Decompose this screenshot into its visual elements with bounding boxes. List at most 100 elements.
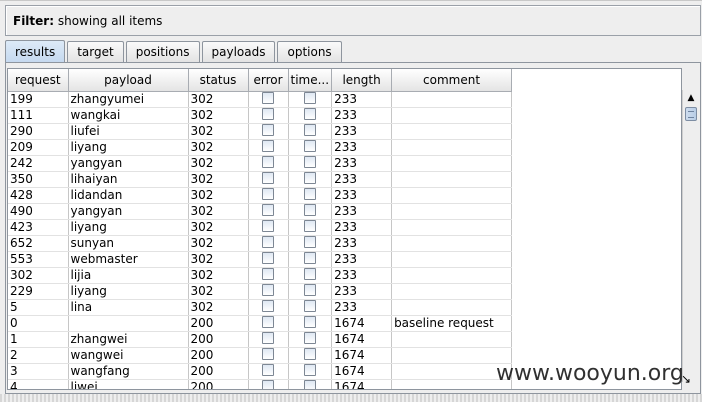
column-header[interactable]: comment (391, 69, 513, 92)
checkbox-icon (262, 140, 274, 152)
tab-results[interactable]: results (5, 40, 66, 62)
cell-length: 233 (331, 171, 393, 188)
column-header[interactable]: error (248, 69, 289, 92)
tab-options[interactable]: options (277, 41, 342, 62)
cell-status: 200 (188, 379, 249, 389)
table-row[interactable]: 2 wangwei 200 1674 (8, 347, 513, 364)
tab-positions[interactable]: positions (125, 41, 200, 62)
cell-request: 553 (8, 251, 69, 268)
table-row[interactable]: 199 zhangyumei 302 233 (8, 91, 513, 108)
cell-length: 233 (331, 187, 393, 204)
cell-comment (391, 283, 513, 300)
table-row[interactable]: 302 lijia 302 233 (8, 267, 513, 284)
checkbox-icon (262, 364, 274, 376)
cell-request: 428 (8, 187, 69, 204)
table-row[interactable]: 209 liyang 302 233 (8, 139, 513, 156)
cell-length: 1674 (331, 379, 393, 389)
table-row[interactable]: 423 liyang 302 233 (8, 219, 513, 236)
scroll-thumb[interactable] (685, 107, 697, 121)
vertical-scrollbar[interactable]: ▲ (682, 90, 698, 382)
table-row[interactable]: 290 liufei 302 233 (8, 123, 513, 140)
checkbox-icon (262, 332, 274, 344)
checkbox-icon (262, 188, 274, 200)
column-header[interactable]: status (188, 69, 249, 92)
checkbox-icon (262, 156, 274, 168)
cell-payload: webmaster (68, 251, 189, 268)
cell-error (248, 107, 289, 124)
cell-request: 290 (8, 123, 69, 140)
cell-request: 4 (8, 379, 69, 389)
table-body: 199 zhangyumei 302 233 111 wangkai 302 233 290 li… (8, 91, 513, 389)
table-row[interactable]: 111 wangkai 302 233 (8, 107, 513, 124)
column-header[interactable]: time... (288, 69, 333, 92)
checkbox-icon (303, 204, 316, 216)
results-table-container: request payload status error time... length co… (7, 68, 682, 390)
table-row[interactable]: 4 liwei 200 1674 (8, 379, 513, 389)
cell-length: 233 (331, 123, 393, 140)
cell-length: 233 (331, 107, 393, 124)
table-row[interactable]: 5 lina 302 233 (8, 299, 513, 316)
cell-request: 111 (8, 107, 69, 124)
cell-length: 233 (331, 235, 393, 252)
cell-timeout (288, 283, 333, 300)
cell-request: 209 (8, 139, 69, 156)
cell-status: 302 (188, 283, 249, 300)
column-header[interactable]: request (8, 69, 69, 92)
checkbox-icon (262, 380, 274, 389)
cell-comment (391, 235, 513, 252)
cell-status: 302 (188, 219, 249, 236)
cell-comment (391, 299, 513, 316)
cell-timeout (288, 315, 333, 332)
checkbox-icon (303, 140, 316, 152)
cell-request: 423 (8, 219, 69, 236)
table-row[interactable]: 242 yangyan 302 233 (8, 155, 513, 172)
cell-payload: liyang (68, 219, 189, 236)
cell-request: 302 (8, 267, 69, 284)
split-pane-divider[interactable] (0, 394, 702, 402)
cell-comment (391, 123, 513, 140)
table-row[interactable]: 229 liyang 302 233 (8, 283, 513, 300)
cell-length: 233 (331, 251, 393, 268)
checkbox-icon (303, 124, 316, 136)
cell-request: 229 (8, 283, 69, 300)
cell-timeout (288, 347, 333, 364)
table-row[interactable]: 553 webmaster 302 233 (8, 251, 513, 268)
cell-status: 302 (188, 235, 249, 252)
table-row[interactable]: 3 wangfang 200 1674 (8, 363, 513, 380)
cell-request: 199 (8, 91, 69, 108)
table-row[interactable]: 350 lihaiyan 302 233 (8, 171, 513, 188)
table-row[interactable]: 0 200 1674 baseline request (8, 315, 513, 332)
tab-payloads[interactable]: payloads (201, 41, 276, 62)
column-header[interactable]: payload (68, 69, 189, 92)
cell-status: 200 (188, 315, 249, 332)
cell-comment (391, 187, 513, 204)
cell-timeout (288, 155, 333, 172)
checkbox-icon (303, 348, 316, 360)
checkbox-icon (262, 348, 274, 360)
checkbox-icon (303, 108, 316, 120)
tab-target[interactable]: target (67, 41, 124, 62)
cell-timeout (288, 251, 333, 268)
cell-length: 233 (331, 267, 393, 284)
cell-timeout (288, 187, 333, 204)
column-header[interactable]: length (331, 69, 393, 92)
cell-comment (391, 267, 513, 284)
cell-request: 242 (8, 155, 69, 172)
table-row[interactable]: 490 yangyan 302 233 (8, 203, 513, 220)
cell-error (248, 139, 289, 156)
cell-payload: sunyan (68, 235, 189, 252)
cell-status: 302 (188, 187, 249, 204)
cell-payload: lidandan (68, 187, 189, 204)
cell-request: 5 (8, 299, 69, 316)
table-row[interactable]: 428 lidandan 302 233 (8, 187, 513, 204)
cell-status: 302 (188, 251, 249, 268)
filter-bar[interactable]: Filter: showing all items (5, 5, 701, 36)
table-row[interactable]: 652 sunyan 302 233 (8, 235, 513, 252)
cell-payload: wangwei (68, 347, 189, 364)
cell-timeout (288, 267, 333, 284)
cell-timeout (288, 203, 333, 220)
cell-comment (391, 155, 513, 172)
arrow-up-icon[interactable]: ▲ (684, 91, 698, 105)
table-row[interactable]: 1 zhangwei 200 1674 (8, 331, 513, 348)
cell-timeout (288, 123, 333, 140)
